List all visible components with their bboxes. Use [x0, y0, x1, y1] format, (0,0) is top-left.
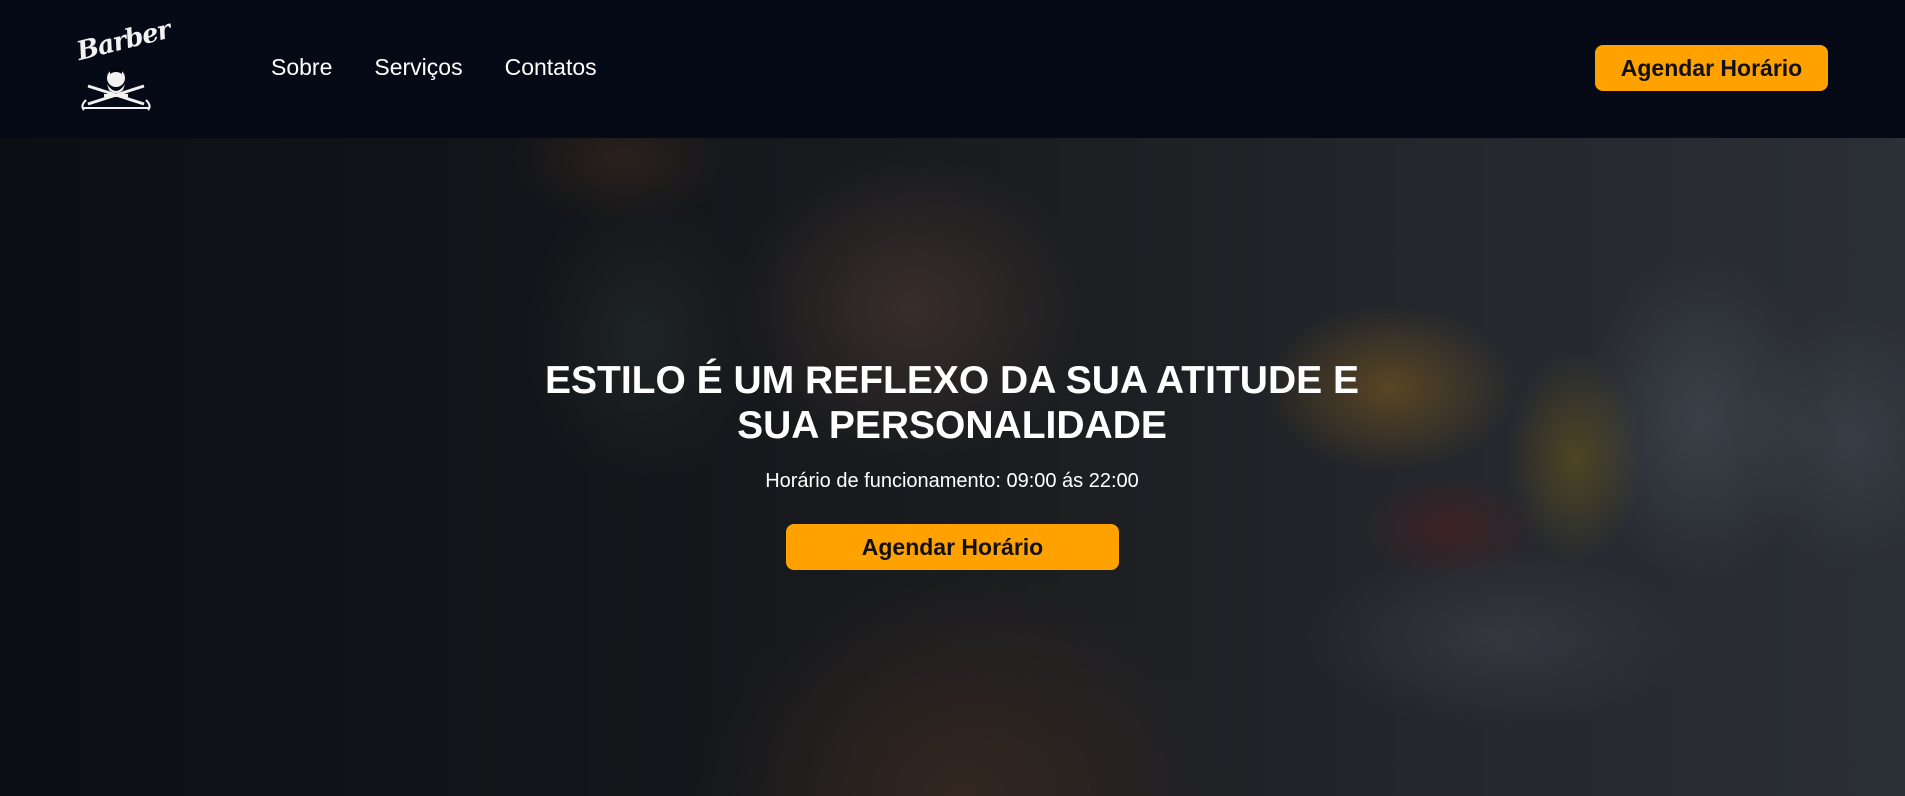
header-schedule-button[interactable]: Agendar Horário	[1595, 45, 1828, 91]
nav-link-sobre[interactable]: Sobre	[271, 52, 332, 82]
opening-hours-text: Horário de funcionamento: 09:00 ás 22:00	[765, 470, 1139, 492]
hero-title: ESTILO É UM REFLEXO DA SUA ATITUDE E SUA…	[545, 359, 1359, 447]
site-header: Barber Sobre Serviços Contatos Agendar H…	[0, 0, 1905, 138]
nav-link-servicos[interactable]: Serviços	[374, 52, 462, 82]
hero-section: ESTILO É UM REFLEXO DA SUA ATITUDE E SUA…	[0, 138, 1905, 796]
main-nav: Sobre Serviços Contatos	[271, 52, 597, 82]
nav-link-contatos[interactable]: Contatos	[505, 52, 597, 82]
hero-schedule-button[interactable]: Agendar Horário	[786, 524, 1119, 570]
barber-logo-icon[interactable]: Barber	[74, 15, 173, 114]
